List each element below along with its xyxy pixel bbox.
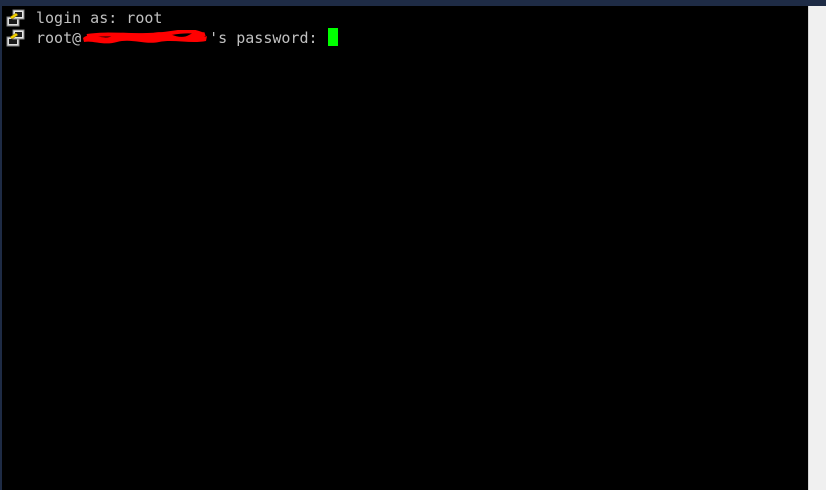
vertical-scrollbar[interactable] — [808, 6, 826, 490]
terminal-window: login as: root root@ 's password: — [0, 0, 826, 490]
terminal-screen[interactable]: login as: root root@ 's password: — [2, 6, 808, 490]
text-cursor — [327, 28, 338, 46]
putty-icon — [6, 29, 25, 47]
redaction-mark — [83, 30, 208, 44]
password-prompt-prefix: root@ — [36, 29, 82, 47]
login-prompt-text: login as: root — [36, 9, 163, 27]
password-prompt-suffix: 's password: — [209, 29, 327, 47]
terminal-line-password: root@ 's password: — [2, 28, 338, 48]
putty-icon — [6, 9, 25, 27]
terminal-line-login: login as: root — [2, 8, 162, 28]
